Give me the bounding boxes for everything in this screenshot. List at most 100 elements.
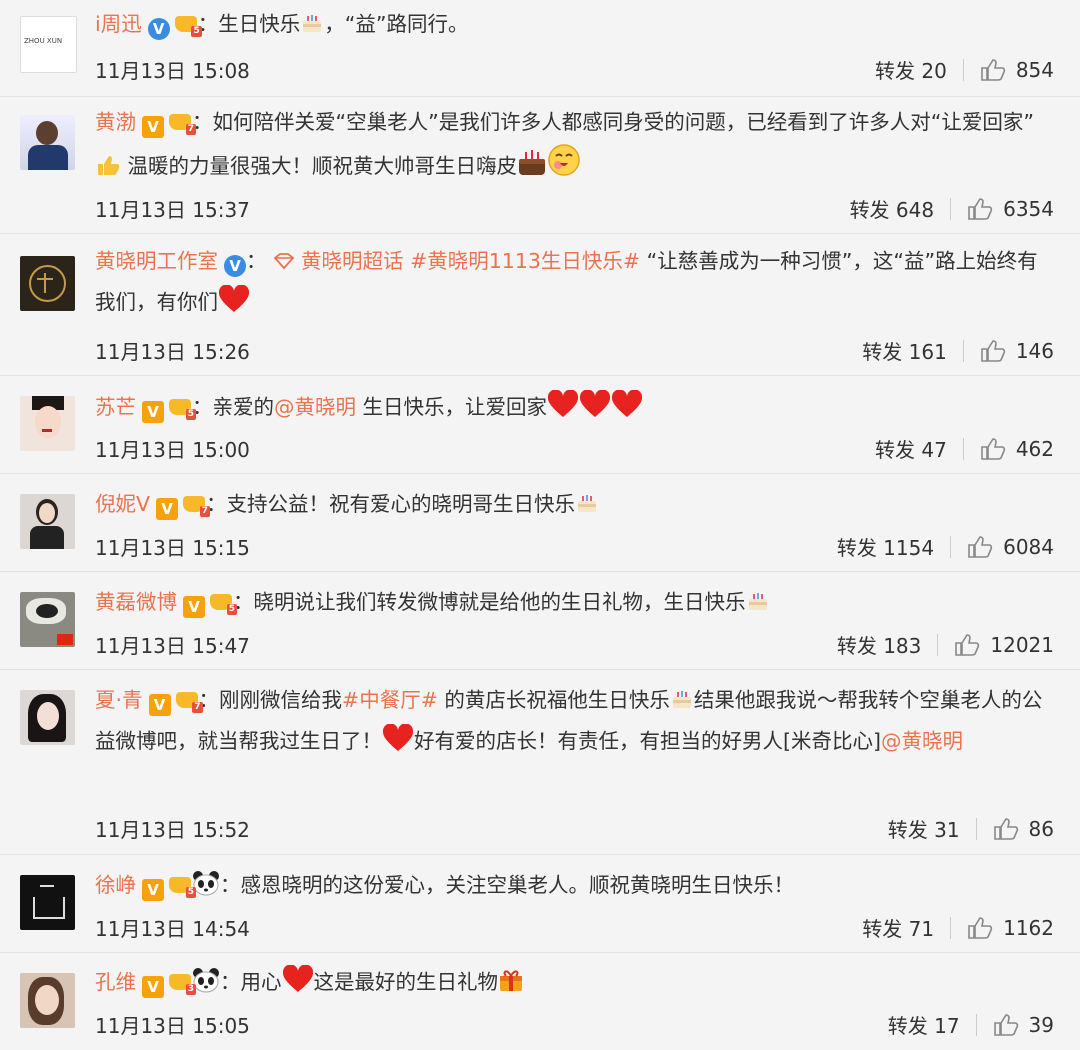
avatar[interactable] <box>20 115 75 170</box>
timestamp: 11月13日 15:08 <box>95 59 250 83</box>
thumbs-up-emoji <box>98 156 120 175</box>
cake-emoji <box>748 593 767 610</box>
laughing-face-emoji <box>548 144 580 176</box>
verified-badge: V <box>142 401 164 423</box>
gift-emoji <box>500 970 522 991</box>
thumb-up-icon <box>968 197 993 220</box>
panda-emoji <box>193 871 219 896</box>
thumb-up-icon <box>968 916 993 939</box>
comment-text: 好有爱的店长！有责任，有担当的好男人[米奇比心] <box>414 729 881 753</box>
heart-emoji <box>282 965 313 992</box>
vip-level-icon: 3 <box>169 972 196 995</box>
heart-emoji <box>580 390 611 417</box>
comment-item: 夏·青 V 7 ：刚刚微信给我#中餐厅# 的黄店长祝福他生日快乐 结果他跟我说～帮我转个… <box>0 670 1080 855</box>
vip-level-icon: 5 <box>210 592 237 615</box>
comment-text: 这是最好的生日礼物 <box>313 970 499 994</box>
comment-text: ：如何陪伴关爱“空巢老人”是我们许多人都感同身受的问题，已经看到了许多人对“让爱… <box>192 110 1034 134</box>
username[interactable]: 黄磊微博 <box>95 590 177 614</box>
like-button[interactable]: 1162 <box>967 916 1054 940</box>
hashtag-link[interactable]: #中餐厅# <box>342 688 438 712</box>
vip-level-icon: 5 <box>169 875 196 898</box>
like-count: 12021 <box>990 632 1054 657</box>
repost-button[interactable]: 转发 161 <box>862 336 947 365</box>
timestamp: 11月13日 15:26 <box>95 340 250 364</box>
username[interactable]: 黄晓明工作室 <box>95 249 218 273</box>
timestamp: 11月13日 15:47 <box>95 634 250 658</box>
thumb-up-icon <box>968 535 993 558</box>
avatar[interactable] <box>20 690 75 745</box>
vip-level-icon: 7 <box>175 690 203 713</box>
avatar[interactable] <box>20 256 75 311</box>
verified-badge: V <box>147 18 170 40</box>
timestamp: 11月13日 14:54 <box>95 917 250 941</box>
vip-level-icon: 5 <box>169 397 196 420</box>
avatar[interactable] <box>20 592 75 647</box>
like-button[interactable]: 146 <box>980 339 1054 363</box>
comment-item: 倪妮V V 7 ：支持公益！祝有爱心的晓明哥生日快乐 11月13日 15:15 转发 … <box>0 474 1080 572</box>
colon: ： <box>246 249 267 273</box>
username[interactable]: 黄渤 <box>95 110 136 134</box>
comment-item: 孔维 V 3 ：用心 这是最好的生日礼物 11月13日 15:05 转发 17 39 <box>0 953 1080 1050</box>
mention-link[interactable]: @黄晓明 <box>274 395 356 419</box>
comment-item: 黄晓明工作室 V： 黄晓明超话 #黄晓明1113生日快乐# “让慈善成为一种习惯”… <box>0 234 1080 376</box>
vip-level-icon: 7 <box>169 112 196 135</box>
heart-emoji <box>612 390 643 417</box>
like-button[interactable]: 854 <box>980 58 1054 82</box>
supertopic-link[interactable]: 黄晓明超话 <box>301 249 404 273</box>
thumb-up-icon <box>955 633 980 656</box>
mention-link[interactable]: @黄晓明 <box>881 729 963 753</box>
username[interactable]: 夏·青 <box>95 688 143 712</box>
like-button[interactable]: 39 <box>993 1013 1054 1037</box>
repost-button[interactable]: 转发 1154 <box>837 532 934 561</box>
comment-item: 苏芒 V 5 ：亲爱的@黄晓明 生日快乐，让爱回家 11月13日 15:00 转发 4… <box>0 376 1080 474</box>
heart-emoji <box>548 390 579 417</box>
comment-text: ：感恩晓明的这份爱心，关注空巢老人。顺祝黄晓明生日快乐！ <box>220 873 794 897</box>
avatar[interactable] <box>20 875 75 930</box>
repost-button[interactable]: 转发 31 <box>888 814 960 843</box>
comment-item: 黄磊微博 V 5 ：晓明说让我们转发微博就是给他的生日礼物，生日快乐 11月13日 1… <box>0 572 1080 670</box>
like-button[interactable]: 6084 <box>967 535 1054 559</box>
like-button[interactable]: 6354 <box>967 197 1054 221</box>
vip-level-icon: 7 <box>183 494 211 517</box>
avatar[interactable] <box>20 973 75 1028</box>
comment-text: ：刚刚微信给我 <box>198 688 343 712</box>
avatar[interactable] <box>20 396 75 451</box>
comment-text: ：生日快乐 <box>197 12 301 36</box>
panda-emoji <box>193 968 219 993</box>
verified-badge: V <box>183 596 205 618</box>
avatar-logo-text: ZHOU XUN <box>24 37 63 45</box>
username[interactable]: i周迅 <box>95 12 142 36</box>
avatar[interactable] <box>20 494 75 549</box>
comment-text: 的黄店长祝福他生日快乐 <box>437 688 670 712</box>
vip-level-icon: 5 <box>174 14 202 37</box>
repost-button[interactable]: 转发 71 <box>862 913 934 942</box>
username[interactable]: 孔维 <box>95 970 136 994</box>
heart-emoji <box>382 724 414 751</box>
repost-button[interactable]: 转发 47 <box>875 434 947 463</box>
like-count: 6354 <box>1003 196 1054 221</box>
comment-text: ：亲爱的 <box>192 395 274 419</box>
repost-button[interactable]: 转发 17 <box>888 1010 960 1039</box>
avatar[interactable]: ZHOU XUN <box>20 16 77 73</box>
cake-emoji <box>578 495 597 512</box>
thumb-up-icon <box>993 817 1018 840</box>
timestamp: 11月13日 15:00 <box>95 438 250 462</box>
comment-text: ，“益”路同行。 <box>324 12 469 36</box>
timestamp: 11月13日 15:05 <box>95 1014 250 1038</box>
thumb-up-icon <box>981 339 1006 362</box>
repost-button[interactable]: 转发 20 <box>875 55 947 84</box>
username[interactable]: 徐峥 <box>95 873 136 897</box>
username[interactable]: 倪妮V <box>95 492 150 516</box>
comment-item: ZHOU XUN i周迅 V 5 ：生日快乐 ，“益”路同行。 11月13日 15:08… <box>0 0 1080 97</box>
like-count: 6084 <box>1003 534 1054 559</box>
username[interactable]: 苏芒 <box>95 395 136 419</box>
like-button[interactable]: 12021 <box>954 633 1054 657</box>
like-button[interactable]: 86 <box>993 817 1054 841</box>
thumb-up-icon <box>981 437 1006 460</box>
comment-text: 温暖的力量很强大！顺祝黄大帅哥生日嗨皮 <box>127 154 518 178</box>
hashtag-link[interactable]: #黄晓明1113生日快乐# <box>410 249 640 273</box>
repost-button[interactable]: 转发 183 <box>837 630 922 659</box>
like-button[interactable]: 462 <box>980 437 1054 461</box>
repost-button[interactable]: 转发 648 <box>850 194 935 223</box>
like-count: 86 <box>1028 816 1054 841</box>
